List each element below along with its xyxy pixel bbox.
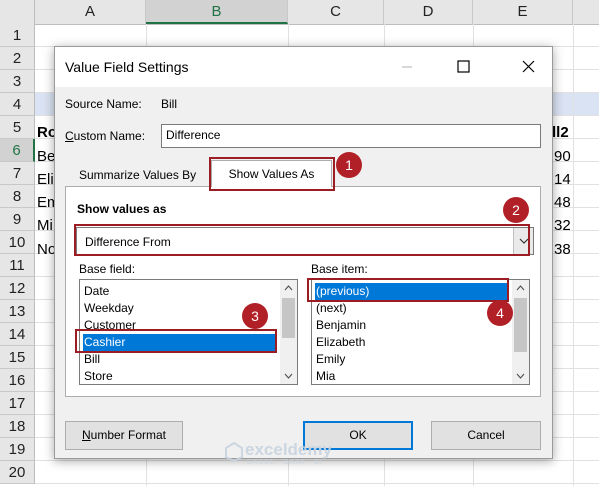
column-header-f[interactable] <box>573 0 599 24</box>
cell-e6[interactable]: 90 <box>554 148 571 165</box>
annotation-badge-1: 1 <box>336 152 362 178</box>
select-all-corner[interactable] <box>0 0 35 24</box>
row-header-14[interactable]: 14 <box>0 323 35 346</box>
scroll-up-icon[interactable] <box>280 280 297 296</box>
dialog-titlebar: Value Field Settings <box>55 47 552 87</box>
exceldemy-logo-icon <box>225 442 243 462</box>
base-item-label: Base item: <box>311 262 368 276</box>
custom-name-label: Custom Name: <box>65 129 145 143</box>
show-values-as-label: Show values as <box>77 202 167 216</box>
scroll-up-icon[interactable] <box>512 280 529 296</box>
cancel-button[interactable]: Cancel <box>431 421 541 450</box>
custom-name-input[interactable]: Difference <box>161 124 541 148</box>
help-button[interactable] <box>384 47 430 87</box>
custom-name-label-text: ustom Name: <box>73 129 146 143</box>
base-field-item-store[interactable]: Store <box>83 368 113 384</box>
tab-summarize-values-by[interactable]: Summarize Values By <box>79 168 196 182</box>
annotation-badge-2: 2 <box>503 197 529 223</box>
maximize-icon <box>457 60 470 73</box>
gridline-horizontal <box>35 483 599 484</box>
close-icon <box>522 60 535 73</box>
base-item-emily[interactable]: Emily <box>315 351 345 368</box>
row-header-8[interactable]: 8 <box>0 185 35 208</box>
base-field-label: Base field: <box>79 262 136 276</box>
watermark-name: exceldemy <box>245 440 332 459</box>
number-format-accelerator: N <box>81 428 91 442</box>
number-format-button[interactable]: Number Format <box>65 421 183 450</box>
row-header-11[interactable]: 11 <box>0 254 35 277</box>
cell-a6[interactable]: Be <box>37 148 55 165</box>
gridline-vertical <box>573 24 574 486</box>
close-button[interactable] <box>506 47 552 87</box>
column-header-c[interactable]: C <box>288 0 384 24</box>
column-header-d[interactable]: D <box>384 0 473 24</box>
base-field-item-weekday[interactable]: Weekday <box>83 300 134 317</box>
scroll-down-icon[interactable] <box>280 368 297 384</box>
annotation-box-show-values-as-tab <box>209 157 335 191</box>
number-format-label: umber Format <box>90 428 167 442</box>
custom-name-accelerator: C <box>65 129 74 143</box>
cell-a9[interactable]: Mi <box>37 217 53 234</box>
row-header-16[interactable]: 16 <box>0 369 35 392</box>
annotation-box-previous <box>307 278 509 302</box>
row-header-5[interactable]: 5 <box>0 116 35 139</box>
base-field-item-bill[interactable]: Bill <box>83 351 100 368</box>
base-item-next[interactable]: (next) <box>315 300 347 317</box>
base-item-benjamin[interactable]: Benjamin <box>315 317 366 334</box>
base-item-scroll-thumb[interactable] <box>514 298 527 352</box>
watermark-tagline: EXCEL · DATA · BI <box>247 459 323 466</box>
help-icon <box>402 66 412 68</box>
column-header-e[interactable]: E <box>473 0 573 24</box>
row-header-2[interactable]: 2 <box>0 47 35 70</box>
base-item-elizabeth[interactable]: Elizabeth <box>315 334 365 351</box>
cell-e9[interactable]: 32 <box>554 217 571 234</box>
base-field-scroll-thumb[interactable] <box>282 298 295 338</box>
maximize-button[interactable] <box>440 47 486 87</box>
row-header-12[interactable]: 12 <box>0 277 35 300</box>
source-name-value: Bill <box>161 97 178 111</box>
row-header-7[interactable]: 7 <box>0 162 35 185</box>
annotation-box-cashier <box>75 329 277 353</box>
row-header-4[interactable]: 4 <box>0 93 35 116</box>
cell-e8[interactable]: 48 <box>554 194 571 211</box>
source-name-label: Source Name: <box>65 97 142 111</box>
base-field-item-date[interactable]: Date <box>83 283 109 300</box>
column-header-a[interactable]: A <box>35 0 146 24</box>
row-header-1[interactable]: 1 <box>0 24 35 47</box>
column-header-b[interactable]: B <box>146 0 288 24</box>
row-header-6[interactable]: 6 <box>0 139 35 162</box>
row-header-18[interactable]: 18 <box>0 415 35 438</box>
cell-e5[interactable]: ll2 <box>552 124 569 141</box>
row-header-3[interactable]: 3 <box>0 70 35 93</box>
base-field-scrollbar[interactable] <box>280 280 297 384</box>
base-item-mia[interactable]: Mia <box>315 368 335 384</box>
annotation-badge-4: 4 <box>487 300 513 326</box>
dialog-title: Value Field Settings <box>65 59 189 75</box>
scroll-down-icon[interactable] <box>512 368 529 384</box>
row-header-19[interactable]: 19 <box>0 438 35 461</box>
cell-e7[interactable]: 14 <box>554 171 571 188</box>
annotation-box-show-values-dropdown <box>74 224 530 256</box>
row-header-20[interactable]: 20 <box>0 461 35 484</box>
annotation-badge-3: 3 <box>242 303 268 329</box>
row-header-10[interactable]: 10 <box>0 231 35 254</box>
cell-e10[interactable]: 38 <box>554 241 571 258</box>
base-item-scrollbar[interactable] <box>512 280 529 384</box>
row-header-13[interactable]: 13 <box>0 300 35 323</box>
row-header-17[interactable]: 17 <box>0 392 35 415</box>
row-header-9[interactable]: 9 <box>0 208 35 231</box>
row-header-15[interactable]: 15 <box>0 346 35 369</box>
cell-a7[interactable]: Eli <box>37 171 54 188</box>
